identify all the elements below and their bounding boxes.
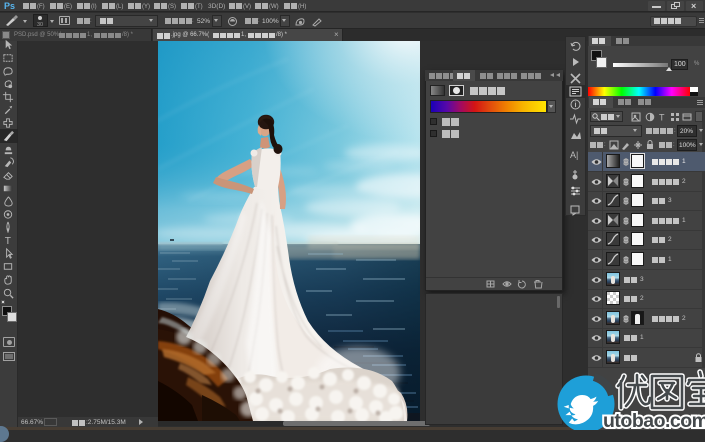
svg-text:T: T <box>5 236 11 246</box>
svg-text:T: T <box>659 113 665 123</box>
svg-text:A|: A| <box>570 150 578 160</box>
svg-text:utobao.com: utobao.com <box>603 410 705 430</box>
